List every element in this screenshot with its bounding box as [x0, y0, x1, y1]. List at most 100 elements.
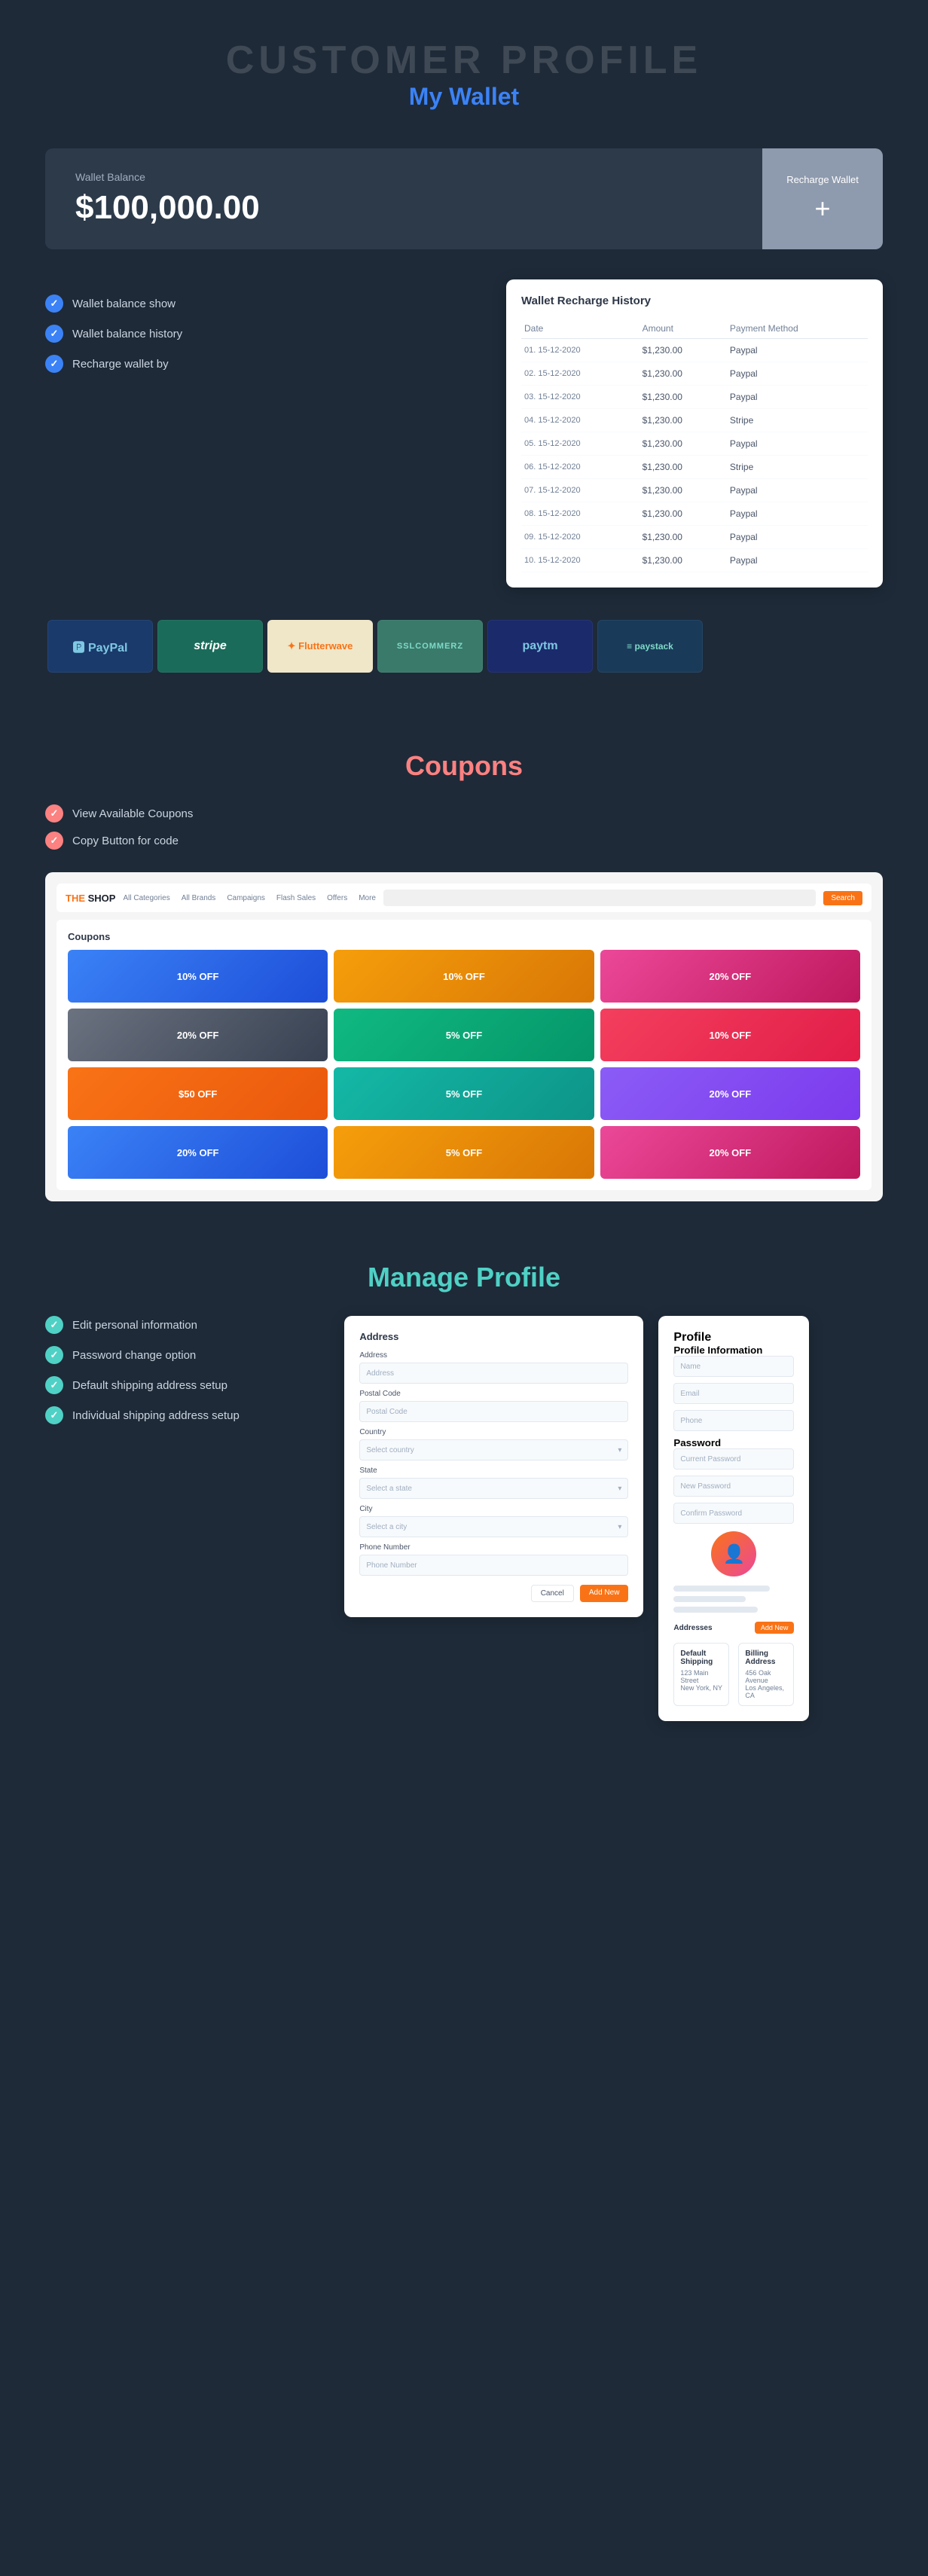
- coupon-features-list: View Available Coupons Copy Button for c…: [45, 804, 883, 850]
- password-subtitle: Password: [673, 1437, 794, 1448]
- check-icon-2: [45, 325, 63, 343]
- row-method: Paypal: [727, 479, 868, 502]
- row-amount: $1,230.00: [640, 432, 727, 456]
- paystack-logo: ≡ paystack: [597, 620, 703, 673]
- row-no: 07. 15-12-2020: [521, 479, 640, 502]
- row-method: Paypal: [727, 526, 868, 549]
- wallet-feature-2: Wallet balance history: [45, 325, 476, 343]
- country-label: Country: [359, 1428, 628, 1436]
- address-input[interactable]: Address: [359, 1363, 628, 1384]
- postal-input[interactable]: Postal Code: [359, 1401, 628, 1422]
- row-no: 01. 15-12-2020: [521, 339, 640, 362]
- mockup-search-button[interactable]: Search: [823, 891, 862, 905]
- row-amount: $1,230.00: [640, 386, 727, 409]
- row-no: 08. 15-12-2020: [521, 502, 640, 526]
- address-label: Address: [359, 1351, 628, 1360]
- manage-feature-text-3: Default shipping address setup: [72, 1379, 227, 1392]
- coupon-feature-text-2: Copy Button for code: [72, 835, 179, 847]
- flutterwave-logo: ✦ Flutterwave: [267, 620, 373, 673]
- city-select[interactable]: Select a city▾: [359, 1516, 628, 1537]
- col-method: Payment Method: [727, 319, 868, 339]
- name-input[interactable]: Name: [673, 1356, 794, 1377]
- row-amount: $1,230.00: [640, 362, 727, 386]
- new-password-input[interactable]: New Password: [673, 1476, 794, 1497]
- addresses-label: Addresses: [673, 1624, 712, 1632]
- add-new-button[interactable]: Add New: [580, 1585, 629, 1602]
- coupon-feature-1: View Available Coupons: [45, 804, 883, 823]
- addr-title-1: Default Shipping: [680, 1650, 722, 1666]
- main-page-title: CUSTOMER PROFILE: [15, 38, 913, 83]
- table-row: 01. 15-12-2020 $1,230.00 Paypal: [521, 339, 868, 362]
- profile-phone-input[interactable]: Phone: [673, 1410, 794, 1431]
- table-row: 10. 15-12-2020 $1,230.00 Paypal: [521, 549, 868, 572]
- row-no: 05. 15-12-2020: [521, 432, 640, 456]
- manage-feature-text-1: Edit personal information: [72, 1319, 197, 1332]
- row-amount: $1,230.00: [640, 339, 727, 362]
- wallet-history-table: Date Amount Payment Method 01. 15-12-202…: [521, 319, 868, 572]
- profile-info-line-2: [673, 1596, 746, 1602]
- wallet-history-card: Wallet Recharge History Date Amount Paym…: [506, 279, 883, 588]
- coupon-card-12: 20% OFF: [600, 1126, 860, 1179]
- profile-info-line-1: [673, 1586, 770, 1592]
- form-buttons: Cancel Add New: [359, 1585, 628, 1602]
- coupon-card-4: 20% OFF: [68, 1009, 328, 1061]
- row-method: Paypal: [727, 502, 868, 526]
- email-input[interactable]: Email: [673, 1383, 794, 1404]
- manage-profile-section: Manage Profile Edit personal information…: [0, 1232, 928, 1766]
- wallet-section-title: My Wallet: [15, 83, 913, 111]
- row-method: Paypal: [727, 432, 868, 456]
- profile-avatar: 👤: [711, 1531, 756, 1576]
- page-header: CUSTOMER PROFILE My Wallet: [0, 0, 928, 126]
- address-card-1: Default Shipping 123 Main Street New Yor…: [673, 1643, 729, 1706]
- row-method: Paypal: [727, 339, 868, 362]
- table-row: 05. 15-12-2020 $1,230.00 Paypal: [521, 432, 868, 456]
- col-amount: Amount: [640, 319, 727, 339]
- manage-feature-2: Password change option: [45, 1346, 314, 1364]
- row-no: 04. 15-12-2020: [521, 409, 640, 432]
- wallet-features-row: Wallet balance show Wallet balance histo…: [45, 279, 883, 588]
- addr-title-2: Billing Address: [745, 1650, 787, 1666]
- manage-profile-title: Manage Profile: [45, 1262, 883, 1293]
- manage-feature-3: Default shipping address setup: [45, 1376, 314, 1394]
- row-method: Paypal: [727, 362, 868, 386]
- manage-feature-text-4: Individual shipping address setup: [72, 1409, 240, 1422]
- wallet-balance-box: Wallet Balance $100,000.00: [45, 148, 762, 249]
- table-row: 04. 15-12-2020 $1,230.00 Stripe: [521, 409, 868, 432]
- coupon-feature-2: Copy Button for code: [45, 832, 883, 850]
- manage-check-icon-3: [45, 1376, 63, 1394]
- wallet-history-title: Wallet Recharge History: [521, 295, 868, 307]
- wallet-balance-label: Wallet Balance: [75, 171, 732, 183]
- coupons-section: Coupons View Available Coupons Copy Butt…: [0, 720, 928, 1232]
- phone-input[interactable]: Phone Number: [359, 1555, 628, 1576]
- col-date: Date: [521, 319, 640, 339]
- recharge-plus-icon: +: [814, 193, 830, 224]
- country-select[interactable]: Select country▾: [359, 1439, 628, 1460]
- current-password-input[interactable]: Current Password: [673, 1448, 794, 1470]
- table-row: 07. 15-12-2020 $1,230.00 Paypal: [521, 479, 868, 502]
- row-no: 06. 15-12-2020: [521, 456, 640, 479]
- coupon-card-7: $50 OFF: [68, 1067, 328, 1120]
- state-select[interactable]: Select a state▾: [359, 1478, 628, 1499]
- recharge-wallet-button[interactable]: Recharge Wallet +: [762, 148, 883, 249]
- coupon-card-5: 5% OFF: [334, 1009, 594, 1061]
- manage-feature-1: Edit personal information: [45, 1316, 314, 1334]
- city-label: City: [359, 1505, 628, 1513]
- row-method: Paypal: [727, 549, 868, 572]
- coupon-check-icon-1: [45, 804, 63, 823]
- row-method: Stripe: [727, 456, 868, 479]
- row-amount: $1,230.00: [640, 502, 727, 526]
- sslcommerz-logo: SSLCOMMERZ: [377, 620, 483, 673]
- coupon-card-9: 20% OFF: [600, 1067, 860, 1120]
- confirm-password-input[interactable]: Confirm Password: [673, 1503, 794, 1524]
- address-form-title: Address: [359, 1331, 628, 1342]
- coupon-card-3: 20% OFF: [600, 950, 860, 1003]
- payment-logos-section: 🅿 PayPal stripe ✦ Flutterwave SSLCOMMERZ…: [45, 618, 883, 675]
- manage-check-icon-2: [45, 1346, 63, 1364]
- feature-text-2: Wallet balance history: [72, 328, 182, 340]
- coupon-card-11: 5% OFF: [334, 1126, 594, 1179]
- add-new-address-button[interactable]: Add New: [755, 1622, 795, 1634]
- coupon-card-10: 20% OFF: [68, 1126, 328, 1179]
- wallet-feature-3: Recharge wallet by: [45, 355, 476, 373]
- table-row: 06. 15-12-2020 $1,230.00 Stripe: [521, 456, 868, 479]
- cancel-button[interactable]: Cancel: [531, 1585, 574, 1602]
